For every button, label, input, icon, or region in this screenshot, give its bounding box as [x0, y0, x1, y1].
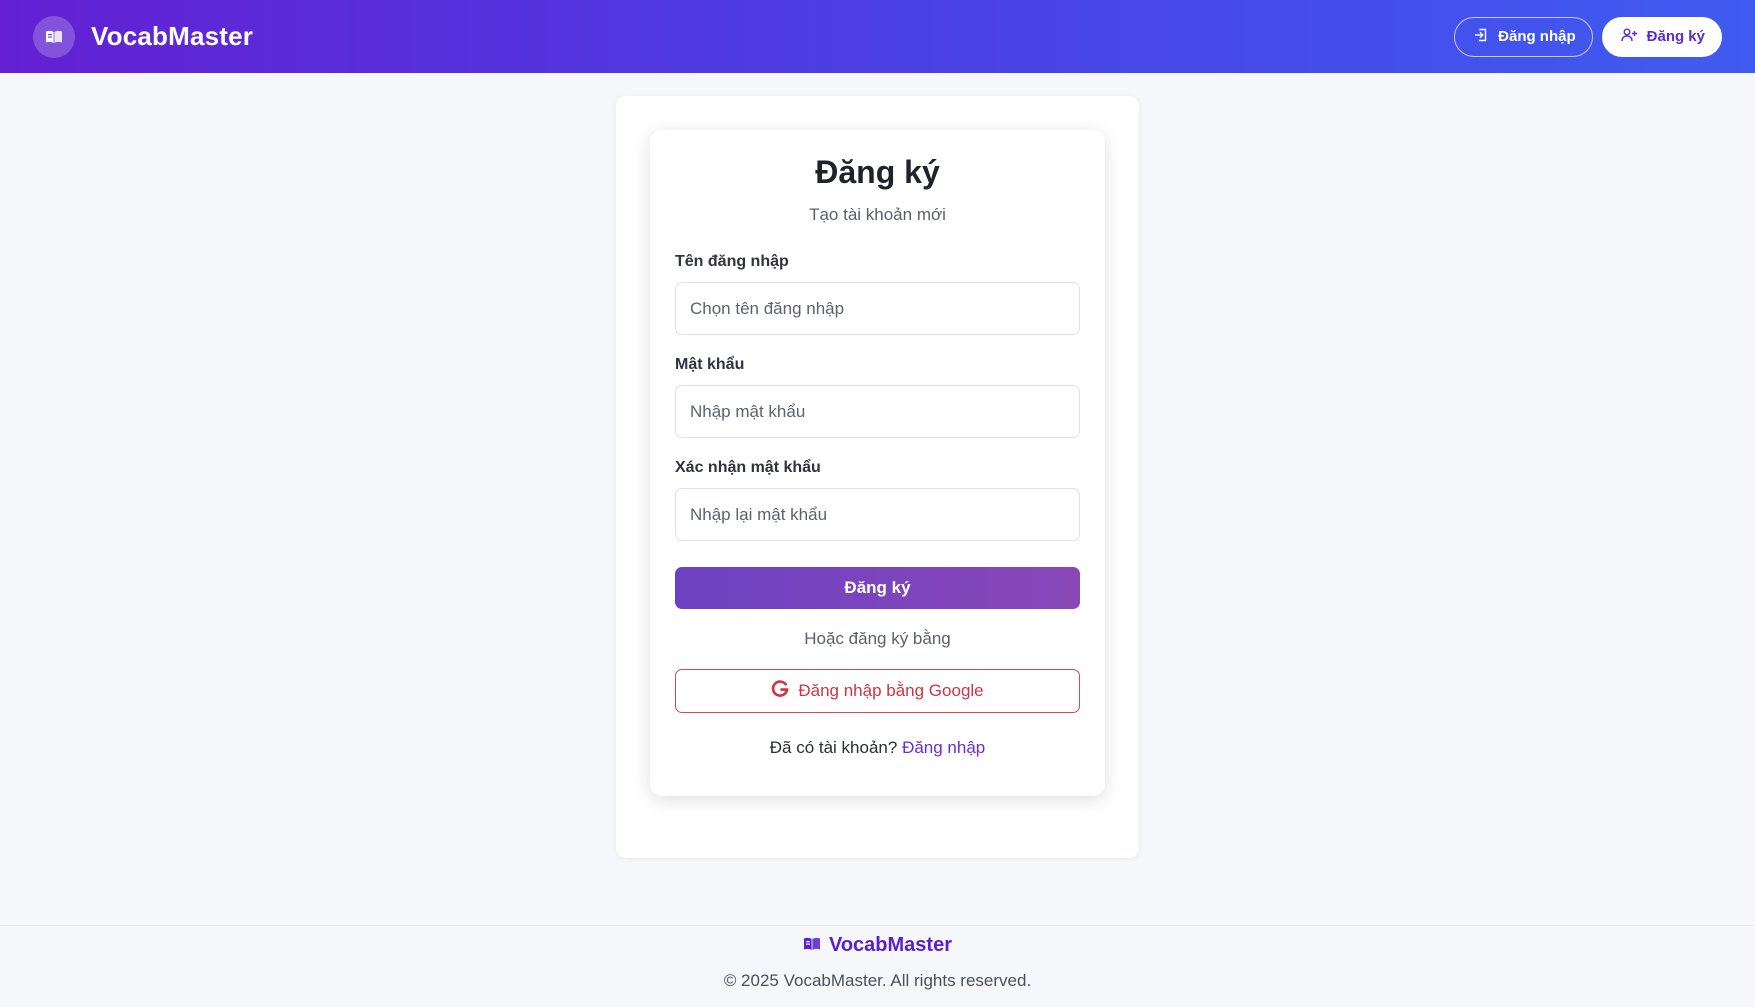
brand-name: VocabMaster — [91, 21, 254, 51]
confirm-password-input[interactable] — [675, 488, 1080, 541]
confirm-password-label: Xác nhận mật khẩu — [675, 459, 821, 476]
footer: VocabMaster © 2025 VocabMaster. All righ… — [0, 925, 1755, 1007]
google-signin-button[interactable]: Đăng nhập bằng Google — [675, 669, 1080, 713]
confirm-password-group: Xác nhận mật khẩu — [675, 459, 1080, 541]
book-open-icon — [33, 15, 75, 58]
book-open-icon — [803, 934, 821, 957]
password-label: Mật khẩu — [675, 356, 745, 373]
alt-signup-text: Hoặc đăng ký bằng — [804, 629, 951, 648]
form-title: Đăng ký — [815, 154, 940, 190]
username-group: Tên đăng nhập — [675, 253, 1080, 335]
google-icon — [771, 679, 789, 703]
register-submit-button[interactable]: Đăng ký — [675, 567, 1080, 609]
password-group: Mật khẩu — [675, 356, 1080, 438]
login-link[interactable]: Đăng nhập — [902, 738, 985, 757]
register-card: Đăng ký Tạo tài khoản mới Tên đăng nhập … — [650, 130, 1105, 796]
footer-brand[interactable]: VocabMaster — [0, 934, 1755, 957]
outer-card: Đăng ký Tạo tài khoản mới Tên đăng nhập … — [616, 96, 1139, 858]
footer-copyright: © 2025 VocabMaster. All rights reserved. — [723, 971, 1032, 990]
password-input[interactable] — [675, 385, 1080, 438]
register-nav-button[interactable]: Đăng ký — [1601, 16, 1722, 57]
top-navbar: VocabMaster Đăng nhập Đăng ký — [0, 0, 1755, 73]
login-nav-label: Đăng nhập — [1498, 28, 1576, 45]
login-nav-button[interactable]: Đăng nhập — [1454, 16, 1593, 57]
have-account-row: Đã có tài khoản? Đăng nhập — [675, 738, 1080, 758]
user-plus-icon — [1620, 27, 1638, 47]
sign-in-icon — [1473, 27, 1489, 47]
form-subtitle: Tạo tài khoản mới — [809, 205, 946, 224]
footer-brand-name: VocabMaster — [828, 934, 952, 956]
google-signin-label: Đăng nhập bằng Google — [798, 681, 984, 700]
username-input[interactable] — [675, 282, 1080, 335]
username-label: Tên đăng nhập — [675, 253, 789, 270]
brand[interactable]: VocabMaster — [33, 15, 254, 58]
register-nav-label: Đăng ký — [1646, 28, 1705, 45]
nav-actions: Đăng nhập Đăng ký — [1454, 16, 1722, 57]
have-account-text: Đã có tài khoản? — [769, 738, 898, 757]
